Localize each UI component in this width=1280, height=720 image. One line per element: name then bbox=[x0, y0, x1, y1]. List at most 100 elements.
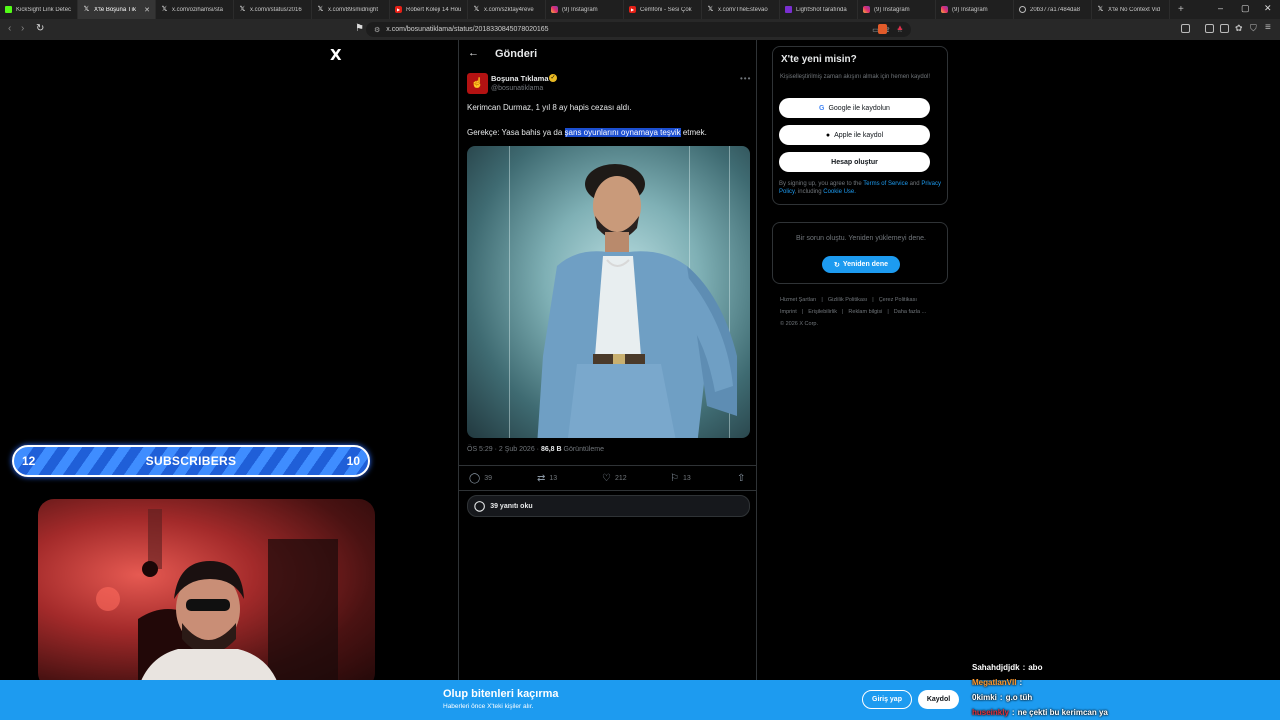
bookmark-icon: ⚐ bbox=[670, 473, 679, 484]
apple-signup-button[interactable]: ● Apple ile kaydol bbox=[779, 125, 930, 145]
read-replies-label: 39 yanıtı oku bbox=[490, 502, 533, 510]
site-info-icon[interactable]: ⚙ bbox=[374, 26, 380, 34]
browser-tab[interactable]: 𝕏 X'te Boşuna Tık ✕ bbox=[78, 0, 156, 19]
browser-tab[interactable]: KickSight Link Detec bbox=[0, 0, 78, 19]
more-options-icon[interactable]: ••• bbox=[740, 74, 751, 83]
footer-link[interactable]: Daha fazla ... bbox=[894, 309, 926, 315]
wallet-icon[interactable] bbox=[1220, 24, 1229, 33]
upload-icon: ⇧ bbox=[737, 473, 746, 484]
reload-icon[interactable]: ↻ bbox=[36, 23, 44, 34]
globe-icon bbox=[1019, 6, 1026, 13]
banner-title: Olup bitenleri kaçırma bbox=[443, 688, 559, 700]
apple-signup-label: Apple ile kaydol bbox=[834, 131, 884, 139]
speech-bubble-icon: ◯ bbox=[474, 500, 486, 512]
read-replies-button[interactable]: ◯ 39 yanıtı oku bbox=[467, 495, 750, 517]
author-name[interactable]: Boşuna Tıklama bbox=[491, 74, 549, 83]
sidebar-toggle-icon[interactable] bbox=[1181, 24, 1190, 33]
browser-tab[interactable]: ▶ Robert Koleji 14 Hou bbox=[390, 0, 468, 19]
menu-icon[interactable]: ≡ bbox=[1265, 22, 1271, 33]
browser-tab[interactable]: (9) Instagram bbox=[936, 0, 1014, 19]
bookmark-count: 13 bbox=[682, 475, 691, 482]
tweet-text-line-1: Kerimcan Durmaz, 1 yıl 8 ay hapis cezası… bbox=[467, 103, 632, 112]
extensions-icon[interactable]: ✿ bbox=[1235, 23, 1243, 34]
chat-separator: : bbox=[1011, 708, 1015, 717]
browser-tab[interactable]: (9) Instagram bbox=[546, 0, 624, 19]
author-handle[interactable]: @bosunatiklama bbox=[491, 85, 543, 92]
close-window-icon[interactable]: ✕ bbox=[1264, 3, 1272, 14]
tweet-photo[interactable] bbox=[467, 146, 750, 438]
tab-title: (9) Instagram bbox=[874, 6, 910, 13]
browser-tab[interactable]: 𝕏x.com/ozihamsi/sta bbox=[156, 0, 234, 19]
chat-username[interactable]: 0kimki bbox=[972, 693, 997, 702]
browser-tab[interactable]: 𝕏 X'te No Context Vid bbox=[1092, 0, 1170, 19]
refresh-icon: ↻ bbox=[834, 261, 840, 269]
chat-username[interactable]: huseinkly bbox=[972, 708, 1009, 717]
url-field[interactable]: ⚙ x.com/bosunatiklama/status/20183308450… bbox=[366, 22, 911, 37]
footer-link[interactable]: © 2026 X Corp. bbox=[780, 321, 818, 327]
photo-person-figure bbox=[537, 164, 737, 438]
repost-button[interactable]: ⇄ 13 bbox=[537, 473, 557, 484]
retry-button[interactable]: ↻ Yeniden dene bbox=[822, 256, 900, 273]
reply-button[interactable]: ◯ 39 bbox=[469, 473, 492, 484]
lightshot-icon bbox=[785, 6, 792, 13]
x-icon: 𝕏 bbox=[707, 6, 714, 13]
brave-rewards-icon[interactable]: ▲ bbox=[896, 23, 904, 32]
reply-icon: ◯ bbox=[469, 473, 481, 484]
forward-nav-icon[interactable]: › bbox=[21, 23, 24, 34]
close-tab-icon[interactable]: ✕ bbox=[144, 6, 150, 14]
maximize-icon[interactable]: ▢ bbox=[1241, 3, 1250, 14]
browser-tab[interactable]: (9) Instagram bbox=[858, 0, 936, 19]
bookmark-button[interactable]: ⚐ 13 bbox=[670, 473, 691, 484]
avatar[interactable]: ☝ bbox=[467, 73, 488, 94]
footer-link[interactable]: Imprint bbox=[780, 309, 797, 315]
browser-tab[interactable]: LightShot tarafında bbox=[780, 0, 858, 19]
browser-tab[interactable]: 20b377a17484da8 bbox=[1014, 0, 1092, 19]
footer-link[interactable]: Hizmet Şartları bbox=[780, 297, 816, 303]
brave-shield-icon[interactable] bbox=[878, 24, 887, 34]
tab-title: x.com/89smidnight bbox=[328, 6, 379, 13]
footer-link[interactable]: Gizlilik Politikası bbox=[828, 297, 867, 303]
address-bar-row: ‹ › ↻ ⚙ x.com/bosunatiklama/status/20183… bbox=[0, 19, 1280, 40]
browser-tab[interactable]: 𝕏x.com/89smidnight bbox=[312, 0, 390, 19]
post-header: ← Gönderi bbox=[459, 40, 757, 70]
x-icon: 𝕏 bbox=[83, 6, 90, 13]
register-button[interactable]: Kaydol bbox=[918, 690, 959, 709]
new-tab-button[interactable]: + bbox=[1170, 4, 1192, 15]
back-nav-icon[interactable]: ‹ bbox=[8, 23, 11, 34]
chat-message: Sahahdjdjdk: abo bbox=[972, 660, 1222, 675]
chat-username[interactable]: MegatlanVII bbox=[972, 678, 1016, 687]
x-logo-icon[interactable]: X bbox=[330, 46, 342, 64]
apple-icon: ● bbox=[825, 131, 831, 139]
chat-message: MegatlanVII: bbox=[972, 675, 1222, 690]
split-view-icon[interactable] bbox=[1205, 24, 1214, 33]
google-signup-button[interactable]: G Google ile kaydolun bbox=[779, 98, 930, 118]
footer-link[interactable]: Reklam bilgisi bbox=[848, 309, 882, 315]
login-button[interactable]: Giriş yap bbox=[862, 690, 912, 709]
cookie-link[interactable]: Cookie Use. bbox=[823, 189, 856, 195]
post-timestamp: ÖS 5:29 · 2 Şub 2026 · 86,8 B Görüntülem… bbox=[467, 446, 604, 453]
back-arrow-icon[interactable]: ← bbox=[468, 47, 479, 59]
minimize-icon[interactable]: – bbox=[1218, 3, 1223, 13]
browser-tab[interactable]: 𝕏x.com/szktay4reve bbox=[468, 0, 546, 19]
views-count: 86,8 B bbox=[540, 446, 562, 453]
bookmark-icon[interactable]: ⚑ bbox=[355, 23, 364, 34]
webcam-feed bbox=[38, 499, 375, 689]
browser-tab[interactable]: ▶ Cemfoni - Sesi Çok bbox=[624, 0, 702, 19]
timestamp-text[interactable]: ÖS 5:29 · 2 Şub 2026 · bbox=[467, 446, 541, 453]
browser-tab[interactable]: 𝕏x.com/TheEstevao bbox=[702, 0, 780, 19]
terms-link[interactable]: Terms of Service bbox=[863, 181, 908, 187]
chat-username[interactable]: Sahahdjdjdk bbox=[972, 663, 1020, 672]
footer-link[interactable]: Çerez Politikası bbox=[879, 297, 917, 303]
share-post-button[interactable]: ⇧ bbox=[737, 473, 745, 484]
tweet-text-pre: Gerekçe: Yasa bahis ya da bbox=[467, 128, 565, 137]
footer-link[interactable]: Erişilebilirlik bbox=[808, 309, 837, 315]
create-account-button[interactable]: Hesap oluştur bbox=[779, 152, 930, 172]
x-icon: 𝕏 bbox=[161, 6, 168, 13]
browser-tab[interactable]: 𝕏x.com/i/status/2016 bbox=[234, 0, 312, 19]
create-account-label: Hesap oluştur bbox=[831, 158, 878, 166]
like-button[interactable]: ♡ 212 bbox=[602, 473, 627, 484]
verified-badge-icon: ✓ bbox=[549, 74, 557, 82]
tab-title: x.com/szktay4reve bbox=[484, 6, 534, 13]
views-label: Görüntüleme bbox=[561, 446, 604, 453]
vpn-icon[interactable]: ⛉ bbox=[1250, 23, 1257, 34]
